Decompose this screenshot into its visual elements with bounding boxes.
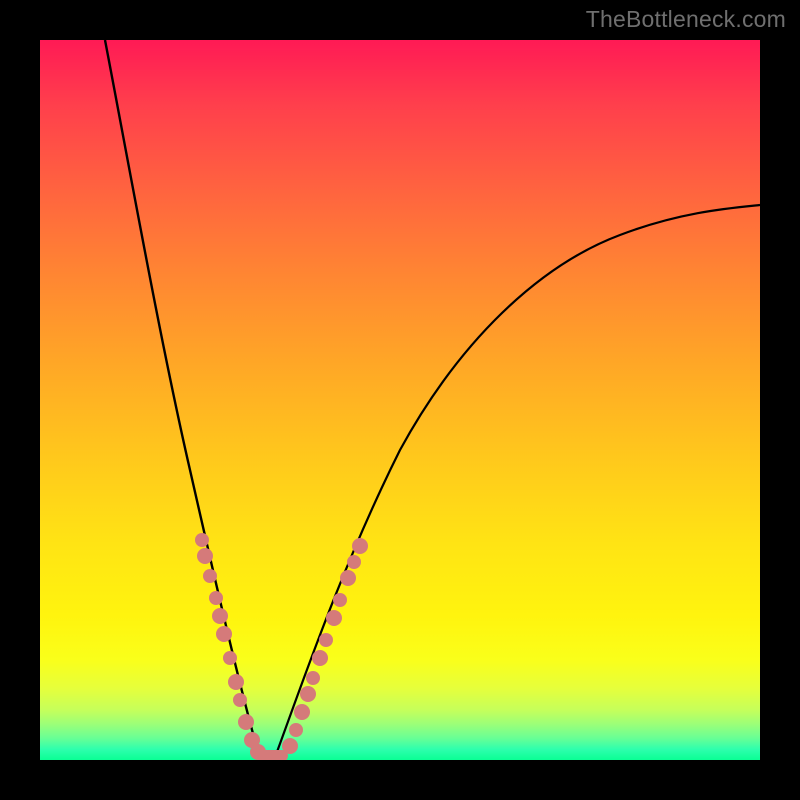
- bottom-dotted-segment: [258, 750, 288, 760]
- left-curve: [105, 40, 270, 760]
- plot-area: [40, 40, 760, 760]
- curve-layer: [40, 40, 760, 760]
- right-dotted-segment: [282, 538, 368, 754]
- watermark-text: TheBottleneck.com: [586, 6, 786, 33]
- right-curve: [274, 205, 760, 760]
- chart-frame: TheBottleneck.com: [0, 0, 800, 800]
